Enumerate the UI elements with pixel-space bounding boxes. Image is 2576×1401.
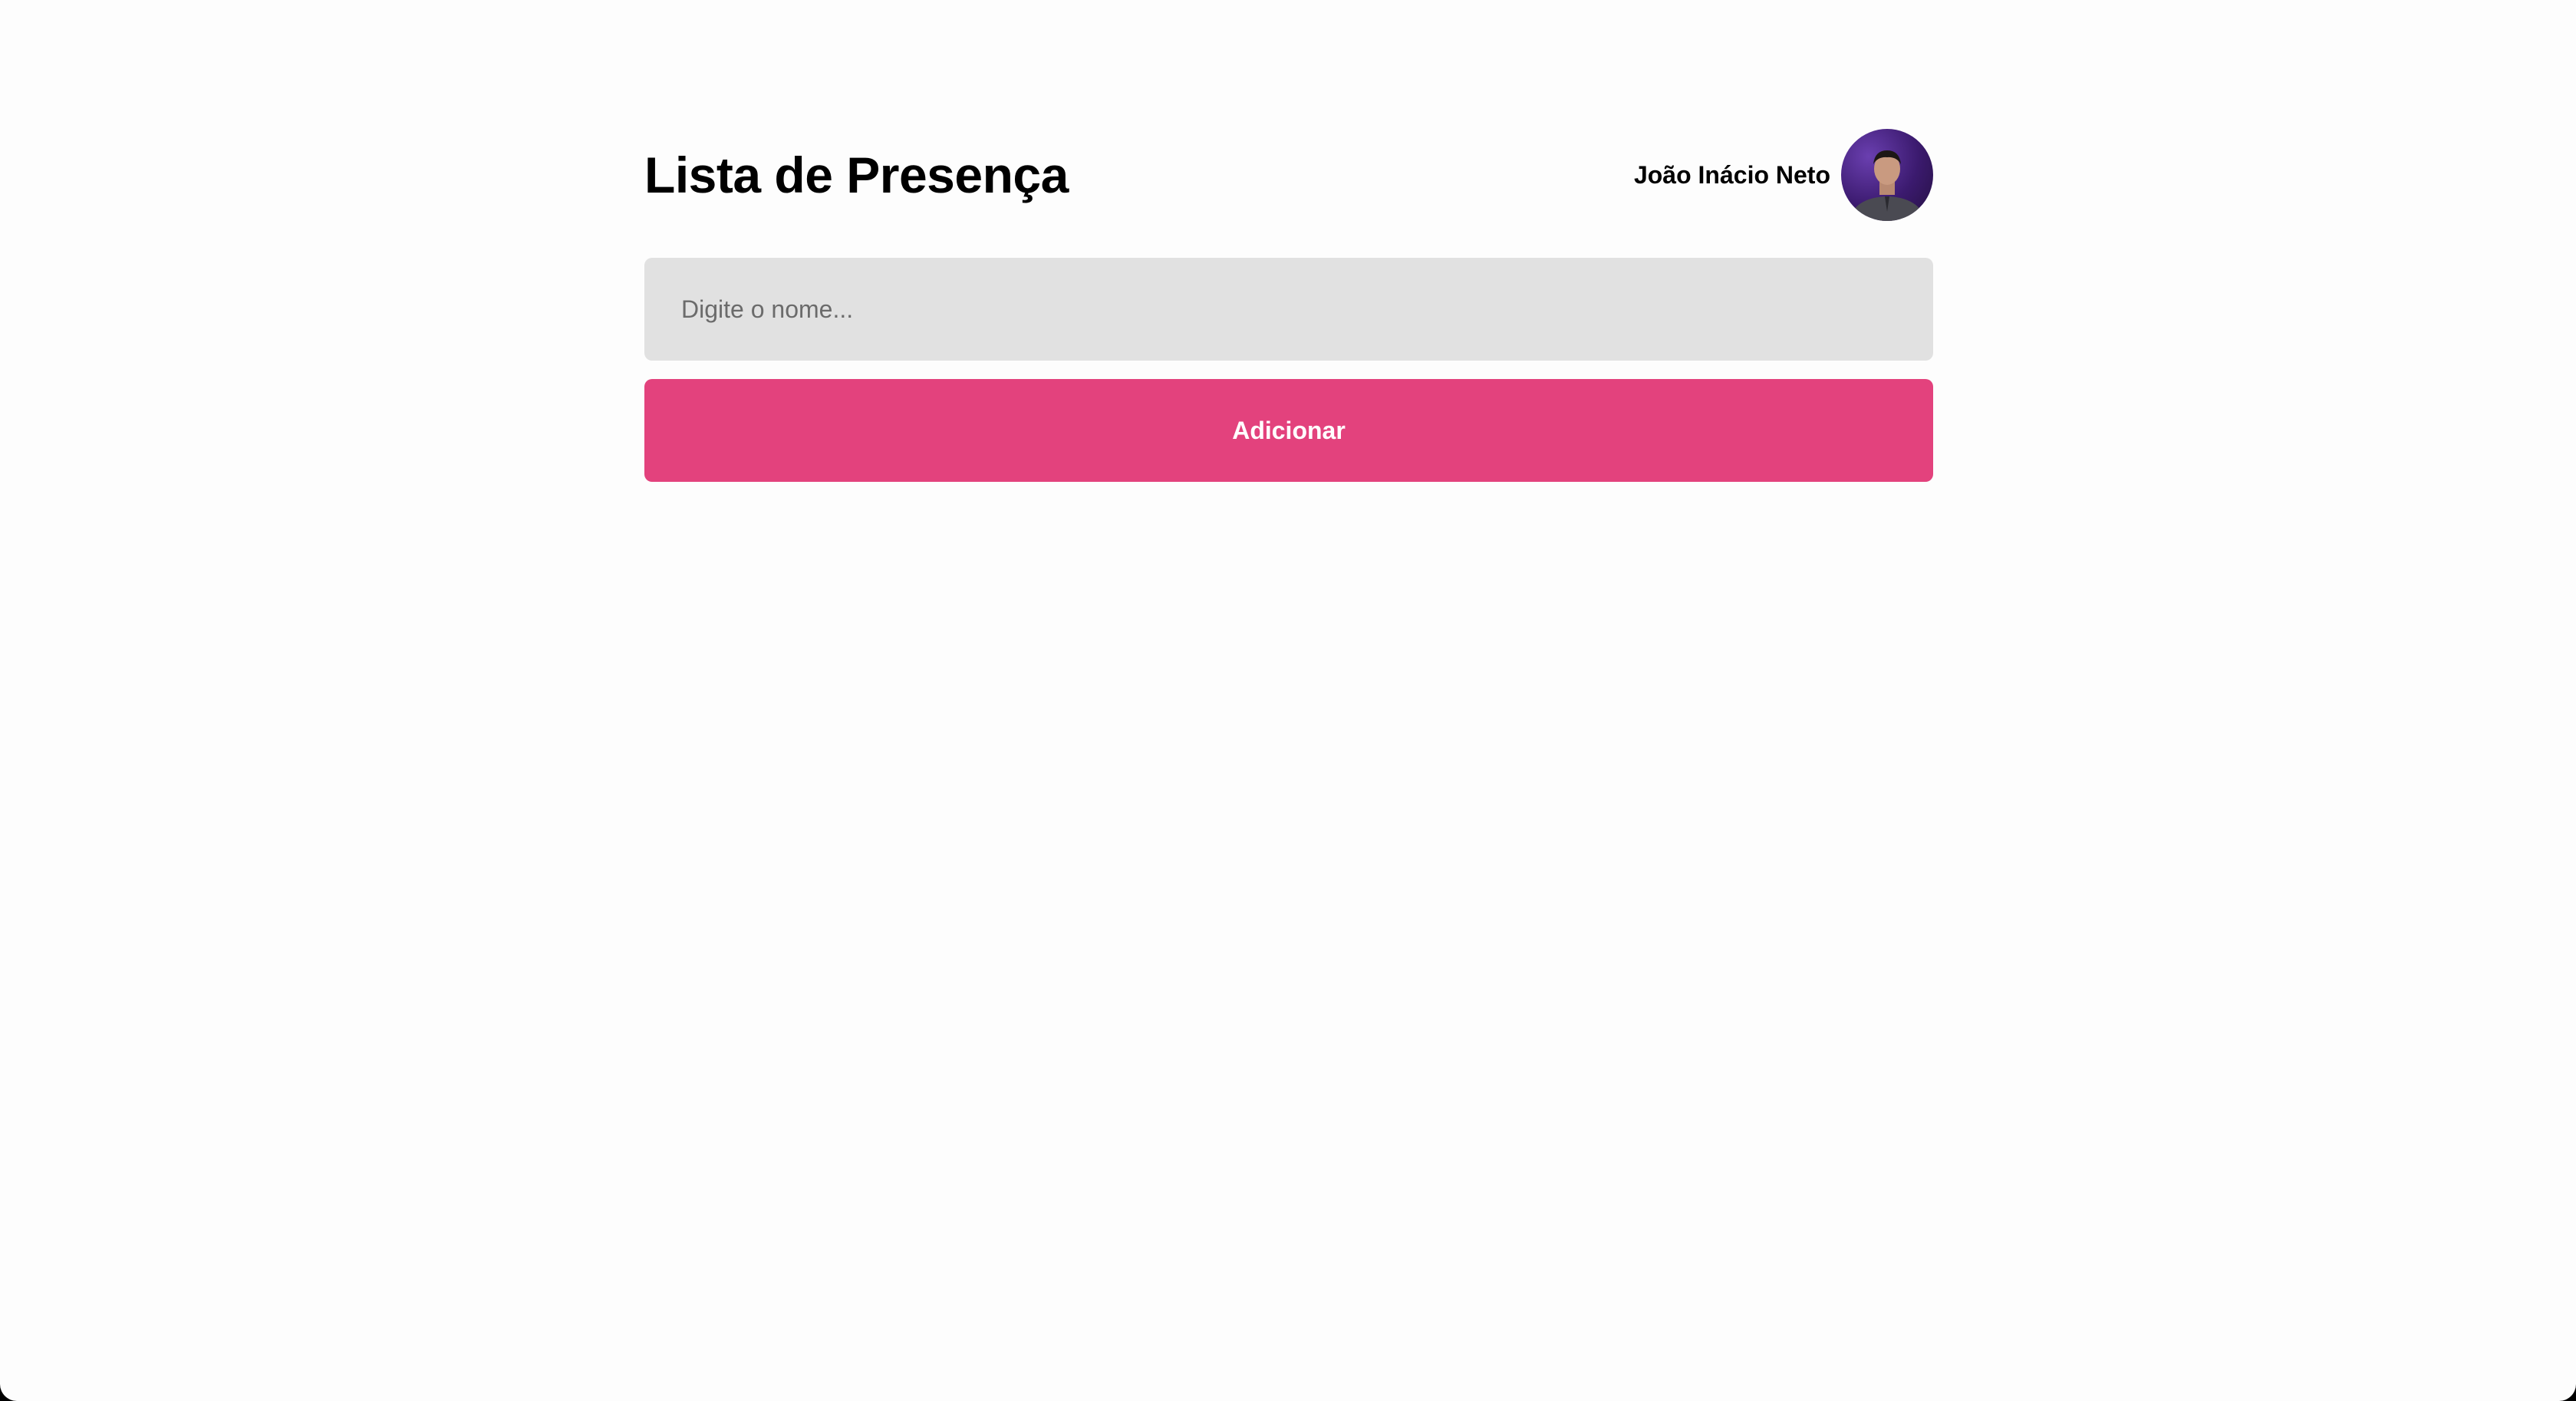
app-page: Lista de Presença João Inácio Neto Adici…	[0, 0, 2576, 1401]
add-button[interactable]: Adicionar	[644, 379, 1933, 482]
main-container: Lista de Presença João Inácio Neto Adici…	[644, 129, 1933, 482]
header: Lista de Presença João Inácio Neto	[644, 129, 1933, 221]
page-title: Lista de Presença	[644, 147, 1069, 203]
user-avatar-photo-icon	[1850, 150, 1924, 221]
user-profile: João Inácio Neto	[1634, 129, 1933, 221]
avatar	[1841, 129, 1933, 221]
user-name: João Inácio Neto	[1633, 160, 1830, 189]
name-input[interactable]	[644, 258, 1933, 361]
